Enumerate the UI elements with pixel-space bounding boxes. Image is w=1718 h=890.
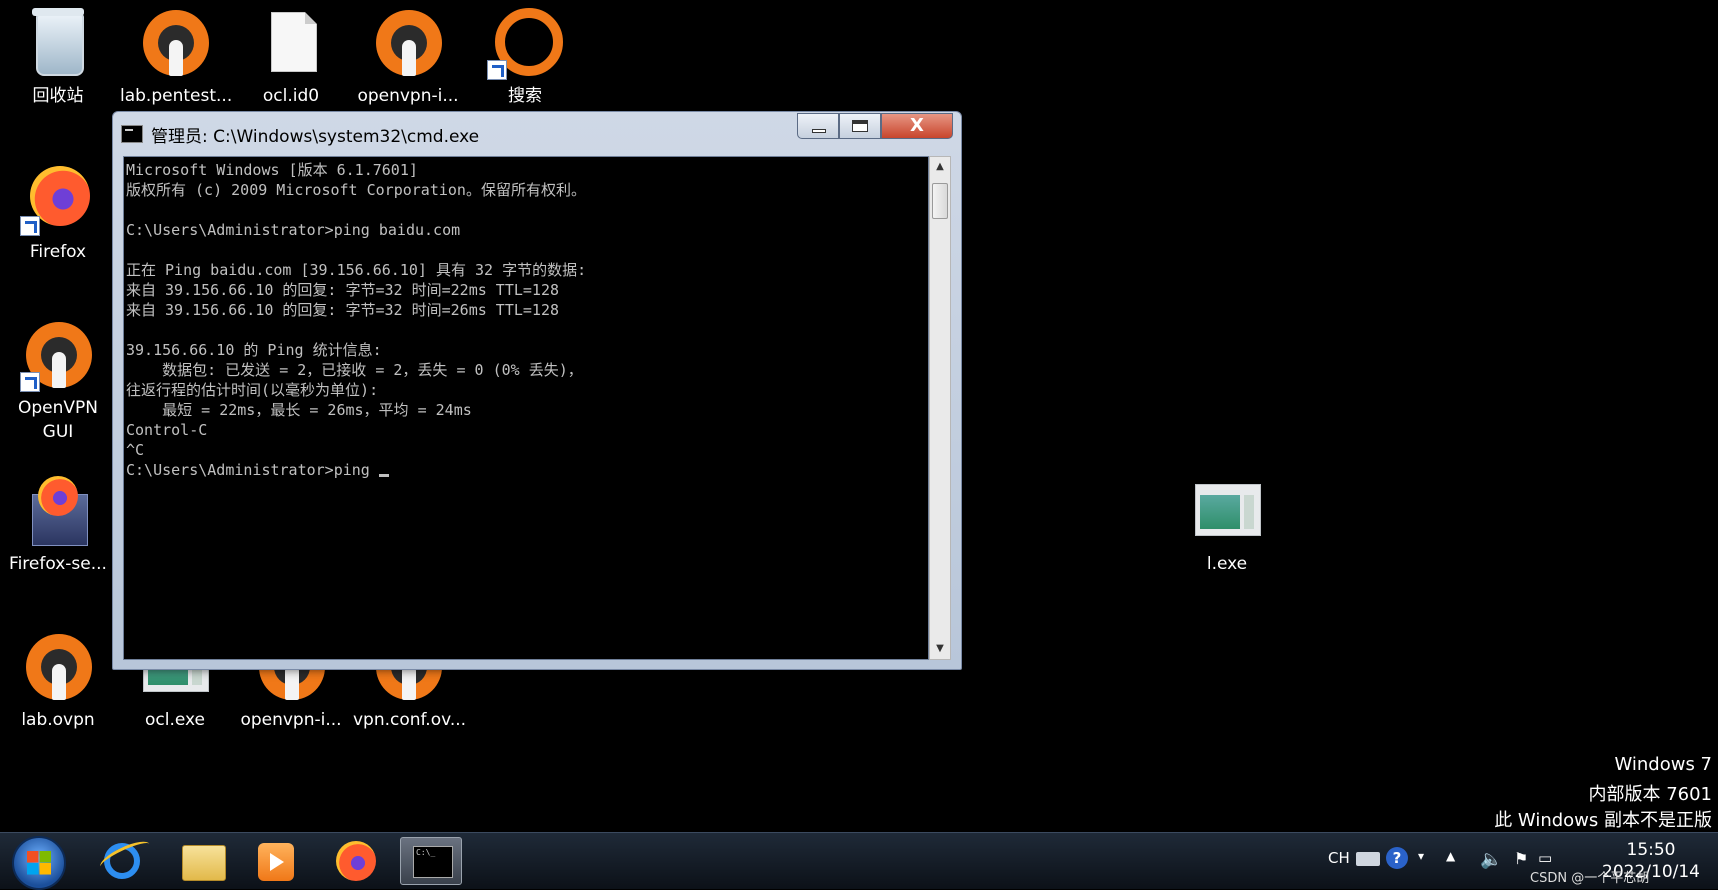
taskbar-internet-explorer[interactable] [90,837,152,885]
desktop-icon-l-exe[interactable]: l.exe [1172,472,1282,576]
network-icon[interactable]: ▭ [1538,849,1552,867]
tray-options-icon[interactable]: ▾ [1418,849,1424,863]
close-icon: X [910,115,924,136]
openvpn-icon [376,10,442,76]
desktop-icon-recycle-bin[interactable]: 回收站 [3,4,113,108]
minimize-button[interactable] [797,113,839,139]
show-hidden-icons-arrow-icon[interactable]: ▲ [1446,849,1455,863]
cmd-window-icon[interactable] [121,125,143,143]
console-output[interactable]: Microsoft Windows [版本 6.1.7601] 版权所有 (c)… [123,156,929,660]
internet-explorer-icon [104,843,140,879]
desktop-icon-label: 回收站 [32,86,84,106]
shortcut-arrow-icon [20,372,40,392]
desktop-icon-label: openvpn-i... [357,86,459,106]
taskbar-firefox[interactable] [324,837,386,885]
desktop-icon-label: vpn.conf.ov... [353,710,467,730]
desktop-icon-lab-ovpn[interactable]: lab.ovpn [3,628,113,732]
exe-icon [1195,484,1261,536]
taskbar: CH ? ▾ ▲ 🔈 ⚑ ▭ 15:50 2022/10/14 CSDN @一个… [0,832,1718,890]
desktop-icon-lab-pentest[interactable]: lab.pentest... [120,4,233,108]
desktop-icon-openvpn-gui[interactable]: OpenVPN GUI [3,316,113,444]
window-controls: X [797,113,953,139]
cmd-icon [413,846,453,878]
windows-not-genuine-watermark: 此 Windows 副本不是正版 [1494,810,1712,831]
recycle-bin-icon [32,8,84,76]
keyboard-icon[interactable] [1356,852,1380,866]
desktop-icon-label: ocl.exe [144,710,206,730]
desktop-icon-ocl-id0[interactable]: ocl.id0 [236,4,346,108]
csdn-watermark-overlay: CSDN @一个平芯胡 [1530,871,1650,886]
text-cursor [378,474,389,477]
help-icon[interactable]: ? [1386,847,1408,869]
desktop-icon-label: 搜索 [508,86,542,106]
vertical-scrollbar[interactable]: ▲ ▼ [929,156,951,660]
desktop-icon-label: lab.pentest... [120,86,233,106]
desktop-icon-label: Firefox [29,242,87,262]
start-orb-icon[interactable] [12,836,66,890]
scroll-down-arrow-icon[interactable]: ▼ [930,639,950,659]
desktop-icon-openvpn-installer[interactable]: openvpn-i... [353,4,463,108]
volume-icon[interactable]: 🔈 [1480,849,1502,870]
windows-version-watermark: Windows 7 [1614,754,1712,775]
desktop-icon-label: Firefox-se... [9,554,107,574]
taskbar-cmd[interactable] [400,837,462,885]
system-tray: CH ? ▾ ▲ 🔈 ⚑ ▭ 15:50 2022/10/14 CSDN @一个… [1320,833,1718,889]
close-button[interactable]: X [881,113,953,139]
firefox-icon [336,841,376,881]
clock-time: 15:50 [1626,840,1676,860]
action-center-flag-icon[interactable]: ⚑ [1514,849,1528,868]
openvpn-icon [143,10,209,76]
maximize-button[interactable] [839,113,881,139]
desktop-icon-firefox-setup[interactable]: Firefox-se... [3,472,113,576]
desktop-icon-search[interactable]: 搜索 [470,4,580,108]
desktop-icon-label: lab.ovpn [21,710,95,730]
desktop-icon-firefox[interactable]: Firefox [3,160,113,264]
shortcut-arrow-icon [487,60,507,80]
desktop-icon-label: OpenVPN GUI [17,398,98,442]
file-explorer-icon [182,845,226,881]
scrollbar-thumb[interactable] [932,183,948,219]
cmd-window[interactable]: 管理员: C:\Windows\system32\cmd.exe X Micro… [112,111,962,670]
desktop-icon-label: ocl.id0 [262,86,320,106]
desktop-icon-label: openvpn-i... [240,710,342,730]
console-text: Microsoft Windows [版本 6.1.7601] 版权所有 (c)… [126,161,587,479]
desktop-icon-label: l.exe [1206,554,1248,574]
shortcut-arrow-icon [20,216,40,236]
scroll-up-arrow-icon[interactable]: ▲ [930,157,950,177]
windows-build-watermark: 内部版本 7601 [1588,784,1712,805]
openvpn-icon [26,634,92,700]
media-player-icon [258,843,294,881]
window-title: 管理员: C:\Windows\system32\cmd.exe [151,126,480,147]
language-indicator[interactable]: CH [1328,849,1350,867]
window-titlebar[interactable]: 管理员: C:\Windows\system32\cmd.exe [121,122,480,147]
taskbar-media-player[interactable] [244,837,306,885]
taskbar-file-explorer[interactable] [170,837,232,885]
firefox-icon [38,476,78,516]
file-icon [271,12,317,72]
